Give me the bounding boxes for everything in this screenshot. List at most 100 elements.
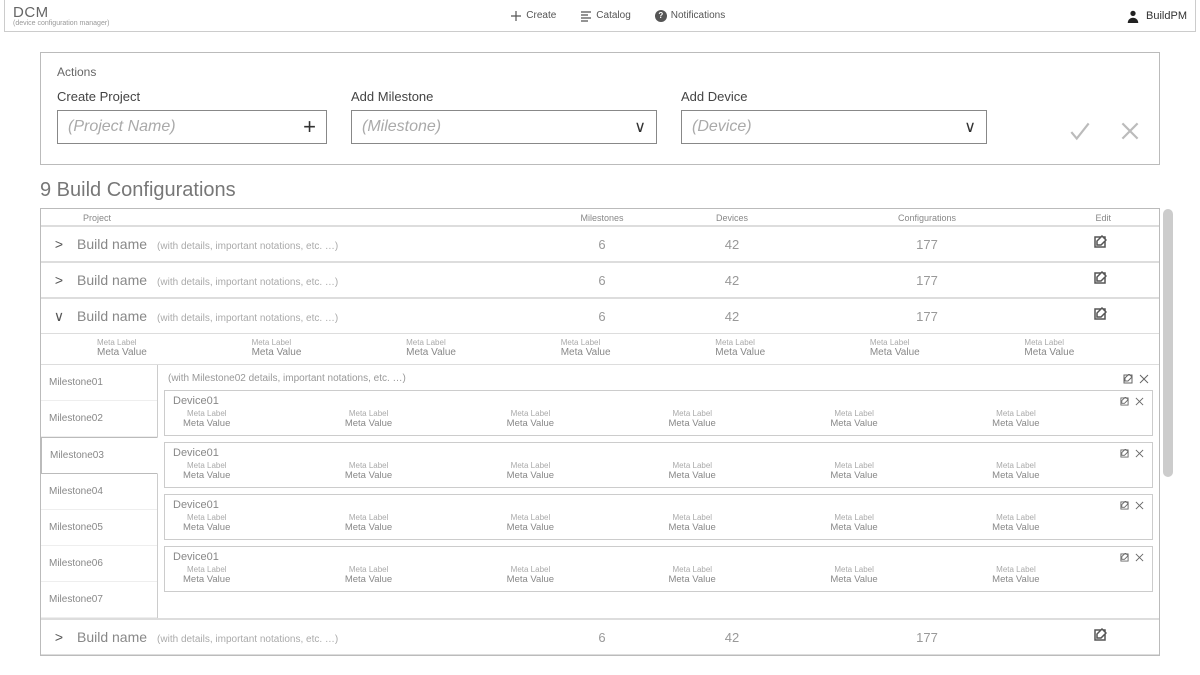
milestone-item[interactable]: Milestone02 xyxy=(41,401,157,437)
edit-icon[interactable] xyxy=(1093,628,1107,642)
device-meta: Meta LabelMeta ValueMeta LabelMeta Value… xyxy=(173,565,1144,585)
close-icon[interactable] xyxy=(1139,374,1149,384)
user-menu[interactable]: BuildPM xyxy=(1126,9,1187,23)
chevron-down-icon: ∨ xyxy=(634,117,646,137)
milestone-item[interactable]: Milestone06 xyxy=(41,546,157,582)
meta-label: Meta Label xyxy=(77,338,232,347)
question-icon: ? xyxy=(655,10,667,22)
close-icon[interactable] xyxy=(1135,501,1144,510)
meta-label: Meta Label xyxy=(658,513,820,522)
meta-value: Meta Value xyxy=(695,347,850,358)
edit-icon[interactable] xyxy=(1120,449,1129,458)
build-details: (with details, important notations, etc.… xyxy=(157,634,338,645)
milestone-item[interactable]: Milestone01 xyxy=(41,365,157,401)
meta-value: Meta Value xyxy=(658,470,820,481)
close-icon[interactable] xyxy=(1135,449,1144,458)
milestone-placeholder: (Milestone) xyxy=(362,118,441,136)
device-card: Device01Meta LabelMeta ValueMeta LabelMe… xyxy=(164,494,1153,540)
meta-value: Meta Value xyxy=(497,470,659,481)
device-meta: Meta LabelMeta ValueMeta LabelMeta Value… xyxy=(173,409,1144,429)
close-icon[interactable] xyxy=(1135,553,1144,562)
edit-icon[interactable] xyxy=(1093,307,1107,321)
meta-label: Meta Label xyxy=(173,461,335,470)
device-select[interactable]: (Device) ∨ xyxy=(681,110,987,144)
chevron-down-icon: ∨ xyxy=(964,117,976,137)
edit-icon[interactable] xyxy=(1093,235,1107,249)
meta-label: Meta Label xyxy=(695,338,850,347)
expand-toggle[interactable]: > xyxy=(41,272,77,288)
edit-icon[interactable] xyxy=(1123,374,1133,384)
nav-create-label: Create xyxy=(526,10,556,21)
meta-value: Meta Value xyxy=(1004,347,1159,358)
scrollbar-thumb[interactable] xyxy=(1163,209,1173,477)
meta-value: Meta Value xyxy=(820,522,982,533)
meta-value: Meta Value xyxy=(541,347,696,358)
device-card: Device01Meta LabelMeta ValueMeta LabelMe… xyxy=(164,390,1153,436)
milestone-item[interactable]: Milestone03 xyxy=(41,437,158,474)
close-icon[interactable] xyxy=(1135,397,1144,406)
meta-value: Meta Value xyxy=(658,522,820,533)
milestone-item[interactable]: Milestone07 xyxy=(41,582,157,618)
nav-create[interactable]: Create xyxy=(510,10,556,22)
edit-icon[interactable] xyxy=(1093,271,1107,285)
project-name-input[interactable]: (Project Name) + xyxy=(57,110,327,144)
col-milestones: Milestones xyxy=(537,213,667,223)
meta-value: Meta Value xyxy=(982,418,1144,429)
col-configurations: Configurations xyxy=(797,213,1057,223)
meta-label: Meta Label xyxy=(232,338,387,347)
meta-label: Meta Label xyxy=(335,565,497,574)
build-grid: Project Milestones Devices Configuration… xyxy=(40,208,1160,656)
build-row: ∨Build name(with details, important nota… xyxy=(41,298,1159,334)
confirm-button[interactable] xyxy=(1067,118,1093,144)
expand-toggle[interactable]: ∨ xyxy=(41,308,77,325)
meta-label: Meta Label xyxy=(982,409,1144,418)
meta-value: Meta Value xyxy=(173,418,335,429)
milestones-count: 6 xyxy=(537,273,667,288)
device-meta: Meta Label Meta Value Meta Label Meta Value… xyxy=(173,461,1144,481)
add-project-icon[interactable]: + xyxy=(303,114,316,140)
meta-value: Meta Value xyxy=(335,574,497,585)
expand-toggle[interactable]: > xyxy=(41,236,77,252)
device-placeholder: (Device) xyxy=(692,118,752,136)
meta-label: Meta Label xyxy=(335,513,497,522)
scrollbar[interactable] xyxy=(1163,209,1173,655)
nav-catalog[interactable]: Catalog xyxy=(580,10,630,22)
edit-icon[interactable] xyxy=(1120,397,1129,406)
milestone-item[interactable]: Milestone04 xyxy=(41,474,157,510)
grid-header: Project Milestones Devices Configuration… xyxy=(41,209,1159,226)
configurations-count: 177 xyxy=(797,309,1057,324)
milestones-count: 6 xyxy=(537,309,667,324)
device-name: Device01 xyxy=(173,447,219,459)
device-card: Device01Meta LabelMeta ValueMeta LabelMe… xyxy=(164,546,1153,592)
device-name: Device01 xyxy=(173,551,219,563)
nav-notifications-label: Notifications xyxy=(671,10,725,21)
configurations-count: 177 xyxy=(797,630,1057,645)
meta-label: Meta Label xyxy=(982,565,1144,574)
meta-label: Meta Label xyxy=(658,565,820,574)
build-meta-strip: Meta LabelMeta ValueMeta LabelMeta Value… xyxy=(41,334,1159,365)
cancel-button[interactable] xyxy=(1117,118,1143,144)
actions-panel: Actions Create Project (Project Name) + … xyxy=(40,52,1160,165)
edit-icon[interactable] xyxy=(1120,501,1129,510)
configurations-count: 177 xyxy=(797,237,1057,252)
milestone-item[interactable]: Milestone05 xyxy=(41,510,157,546)
nav-catalog-label: Catalog xyxy=(596,10,630,21)
user-name: BuildPM xyxy=(1146,10,1187,22)
build-row: >Build name(with details, important nota… xyxy=(41,226,1159,262)
expand-toggle[interactable]: > xyxy=(41,629,77,645)
list-icon xyxy=(580,10,592,22)
nav-notifications[interactable]: ? Notifications xyxy=(655,10,725,22)
meta-value: Meta Value xyxy=(232,347,387,358)
edit-icon[interactable] xyxy=(1120,553,1129,562)
meta-value: Meta Value xyxy=(982,522,1144,533)
build-details: (with details, important notations, etc.… xyxy=(157,313,338,324)
milestones-count: 6 xyxy=(537,237,667,252)
expanded-build-area: Milestone01Milestone02Milestone03Milesto… xyxy=(41,365,1159,619)
create-project-label: Create Project xyxy=(57,89,327,104)
meta-value: Meta Value xyxy=(658,418,820,429)
meta-value: Meta Value xyxy=(982,574,1144,585)
meta-value: Meta Value xyxy=(386,347,541,358)
meta-label: Meta Label xyxy=(982,461,1144,470)
meta-value: Meta Value xyxy=(850,347,1005,358)
milestone-select[interactable]: (Milestone) ∨ xyxy=(351,110,657,144)
